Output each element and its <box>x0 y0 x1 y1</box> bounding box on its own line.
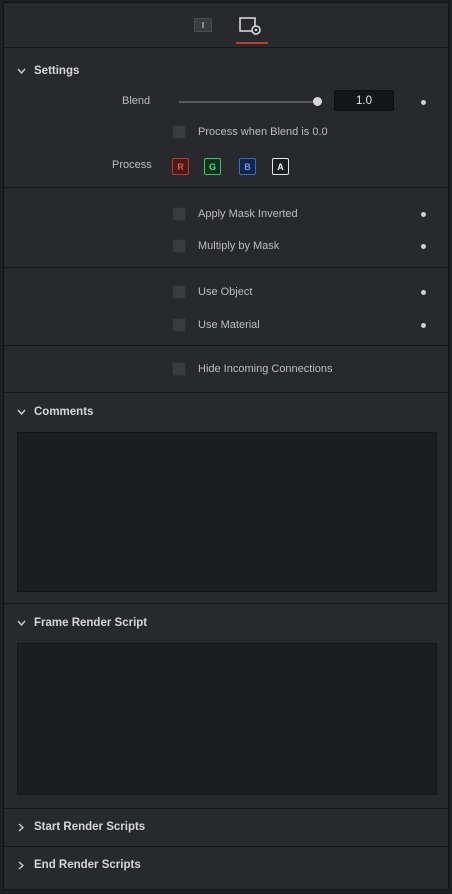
use-material-keyframe-dot[interactable] <box>421 323 426 328</box>
tools-tab[interactable] <box>192 17 214 33</box>
use-material-label: Use Material <box>198 319 260 331</box>
divider <box>4 392 448 393</box>
divider <box>4 267 448 268</box>
settings-tab-icon <box>239 17 261 35</box>
tools-tab-icon <box>194 18 212 32</box>
settings-tab[interactable] <box>236 15 266 37</box>
tab-bar <box>4 3 448 48</box>
channel-blue-toggle[interactable]: B <box>239 158 256 175</box>
settings-section-header[interactable]: Settings <box>4 53 448 89</box>
active-tab-indicator <box>236 42 268 44</box>
divider <box>4 345 448 346</box>
use-material-checkbox[interactable] <box>172 318 186 332</box>
settings-title: Settings <box>34 65 80 77</box>
comments-title: Comments <box>34 406 94 418</box>
comments-section-header[interactable]: Comments <box>4 394 448 430</box>
end-render-scripts-section-header[interactable]: End Render Scripts <box>4 848 448 882</box>
channel-alpha-toggle[interactable]: A <box>272 158 289 175</box>
frame-render-script-section-header[interactable]: Frame Render Script <box>4 605 448 641</box>
multiply-by-mask-checkbox[interactable] <box>172 239 186 253</box>
divider <box>4 846 448 847</box>
frame-render-script-textarea[interactable] <box>17 643 437 795</box>
divider <box>4 603 448 604</box>
chevron-down-icon <box>16 618 26 628</box>
chevron-right-icon <box>16 860 26 870</box>
blend-slider-handle[interactable] <box>313 97 322 106</box>
start-render-scripts-section-header[interactable]: Start Render Scripts <box>4 810 448 844</box>
process-when-blend-zero-checkbox[interactable] <box>172 125 186 139</box>
chevron-right-icon <box>16 822 26 832</box>
divider <box>4 187 448 188</box>
divider <box>4 808 448 809</box>
blend-value-field[interactable]: 1.0 <box>334 90 394 111</box>
chevron-down-icon <box>16 407 26 417</box>
hide-incoming-connections-label: Hide Incoming Connections <box>198 363 333 375</box>
end-render-scripts-title: End Render Scripts <box>34 859 141 871</box>
chevron-down-icon <box>16 66 26 76</box>
use-object-keyframe-dot[interactable] <box>421 290 426 295</box>
comments-textarea[interactable] <box>17 432 437 592</box>
blend-keyframe-dot[interactable] <box>421 100 426 105</box>
frame-render-script-title: Frame Render Script <box>34 617 148 629</box>
blend-label: Blend <box>122 95 151 107</box>
use-object-label: Use Object <box>198 286 253 298</box>
apply-mask-inverted-label: Apply Mask Inverted <box>198 208 298 220</box>
apply-mask-inverted-checkbox[interactable] <box>172 207 186 221</box>
multiply-by-mask-keyframe-dot[interactable] <box>421 244 426 249</box>
channel-red-toggle[interactable]: R <box>172 158 189 175</box>
process-label: Process <box>112 159 152 171</box>
apply-mask-inverted-keyframe-dot[interactable] <box>421 212 426 217</box>
multiply-by-mask-label: Multiply by Mask <box>198 240 280 252</box>
start-render-scripts-title: Start Render Scripts <box>34 821 146 833</box>
inspector-panel: Settings Blend 1.0 Process when Blend is… <box>3 2 449 890</box>
channel-green-toggle[interactable]: G <box>204 158 221 175</box>
blend-slider-track[interactable] <box>179 101 319 103</box>
hide-incoming-connections-checkbox[interactable] <box>172 362 186 376</box>
use-object-checkbox[interactable] <box>172 285 186 299</box>
process-when-blend-zero-label: Process when Blend is 0.0 <box>198 126 328 138</box>
